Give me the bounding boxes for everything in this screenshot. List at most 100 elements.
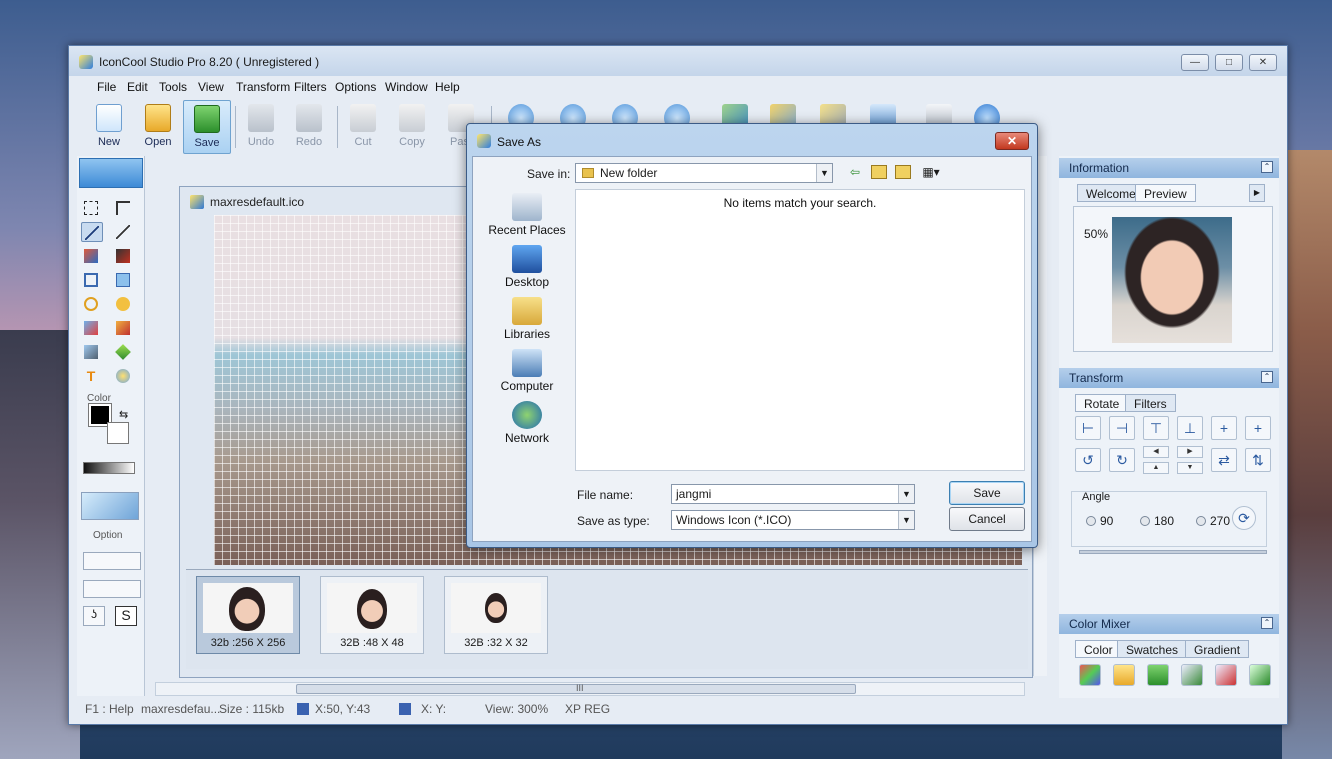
angle-slider[interactable]: [1079, 550, 1267, 554]
rotate-right-icon[interactable]: ↻: [1109, 448, 1135, 472]
tab-rotate[interactable]: Rotate: [1075, 394, 1129, 412]
transform-header[interactable]: Transform ⌃: [1059, 368, 1279, 388]
chevron-down-icon[interactable]: ▼: [816, 164, 832, 182]
flip-horizontal-icon[interactable]: ⇄: [1211, 448, 1237, 472]
option-shape-selector[interactable]: [83, 552, 141, 570]
minimize-button[interactable]: —: [1181, 54, 1209, 71]
file-name-input[interactable]: jangmi ▼: [671, 484, 915, 504]
place-network[interactable]: Network: [483, 401, 571, 451]
tab-gradient[interactable]: Gradient: [1185, 640, 1250, 658]
menu-filters[interactable]: Filters: [294, 80, 327, 94]
delete-swatch-icon[interactable]: [1215, 664, 1237, 686]
save-button[interactable]: Save: [183, 100, 231, 154]
undo-button[interactable]: Undo: [237, 100, 285, 154]
new-folder-icon[interactable]: [895, 165, 911, 179]
collapse-icon[interactable]: ⌃: [1261, 161, 1273, 173]
tab-swatches[interactable]: Swatches: [1117, 640, 1188, 658]
menu-window[interactable]: Window: [385, 80, 428, 94]
place-computer[interactable]: Computer: [483, 349, 571, 399]
information-header[interactable]: Information ⌃: [1059, 158, 1279, 178]
scrollbar-thumb[interactable]: III: [296, 683, 856, 694]
save-palette-icon[interactable]: [1147, 664, 1169, 686]
option-line-selector[interactable]: [83, 580, 141, 598]
rect-select-tool[interactable]: [81, 198, 103, 218]
rotate-left-icon[interactable]: ↺: [1075, 448, 1101, 472]
background-color-swatch[interactable]: [107, 422, 129, 444]
brush-size-slider[interactable]: [83, 462, 135, 474]
flip-vertical-icon[interactable]: ⇅: [1245, 448, 1271, 472]
view-menu-icon[interactable]: ▦▾: [919, 165, 943, 179]
tab-filters[interactable]: Filters: [1125, 394, 1176, 412]
open-button[interactable]: Open: [134, 100, 182, 154]
icon-size-thumb[interactable]: 32B :48 X 48: [320, 576, 424, 654]
dialog-cancel-button[interactable]: Cancel: [949, 507, 1025, 531]
color-mixer-header[interactable]: Color Mixer ⌃: [1059, 614, 1279, 634]
horizontal-scrollbar[interactable]: III: [155, 682, 1025, 696]
menu-options[interactable]: Options: [335, 80, 376, 94]
eraser-tool[interactable]: [81, 342, 103, 362]
new-button[interactable]: New: [85, 100, 133, 154]
gradient-tool[interactable]: [113, 342, 135, 362]
tab-preview[interactable]: Preview: [1135, 184, 1196, 202]
tab-color[interactable]: Color: [1075, 640, 1122, 658]
filled-rectangle-tool[interactable]: [113, 270, 135, 290]
align-top-icon[interactable]: ⊤: [1143, 416, 1169, 440]
place-desktop[interactable]: Desktop: [483, 245, 571, 295]
save-as-type-select[interactable]: Windows Icon (*.ICO) ▼: [671, 510, 915, 530]
save-in-select[interactable]: New folder ▼: [575, 163, 833, 183]
pencil-tool[interactable]: [81, 246, 103, 266]
tab-scroll-right-icon[interactable]: ▶: [1249, 184, 1265, 202]
text-tool[interactable]: T: [81, 366, 103, 386]
fill-tool[interactable]: [113, 318, 135, 338]
menu-tools[interactable]: Tools: [159, 80, 187, 94]
apply-rotation-icon[interactable]: ⟳: [1232, 506, 1256, 530]
chevron-down-icon[interactable]: ▼: [898, 485, 914, 503]
file-list[interactable]: No items match your search.: [575, 189, 1025, 471]
line-tool[interactable]: [81, 222, 103, 242]
nudge-up-icon[interactable]: ▲: [1143, 462, 1169, 474]
dialog-save-button[interactable]: Save: [949, 481, 1025, 505]
menu-file[interactable]: File: [97, 80, 116, 94]
filled-ellipse-tool[interactable]: [113, 294, 135, 314]
copy-button[interactable]: Copy: [388, 100, 436, 154]
nudge-down-icon[interactable]: ▼: [1177, 462, 1203, 474]
dialog-close-button[interactable]: ✕: [995, 132, 1029, 150]
align-right-icon[interactable]: ⊣: [1109, 416, 1135, 440]
align-bottom-icon[interactable]: ⊥: [1177, 416, 1203, 440]
maximize-button[interactable]: □: [1215, 54, 1243, 71]
convert-image-button[interactable]: [81, 492, 139, 520]
menu-transform[interactable]: Transform: [236, 80, 290, 94]
brush-tool[interactable]: [113, 246, 135, 266]
redo-button[interactable]: Redo: [285, 100, 333, 154]
color-picker-icon[interactable]: [1079, 664, 1101, 686]
menu-help[interactable]: Help: [435, 80, 460, 94]
angle-270-radio[interactable]: 270: [1196, 514, 1230, 528]
menu-view[interactable]: View: [198, 80, 224, 94]
close-button[interactable]: ✕: [1249, 54, 1277, 71]
highlight-tool[interactable]: [113, 366, 135, 386]
swap-colors-icon[interactable]: ⇆: [119, 408, 128, 421]
cut-button[interactable]: Cut: [339, 100, 387, 154]
angle-180-radio[interactable]: 180: [1140, 514, 1174, 528]
rectangle-tool[interactable]: [81, 270, 103, 290]
align-left-icon[interactable]: ⊢: [1075, 416, 1101, 440]
chevron-down-icon[interactable]: ▼: [898, 511, 914, 529]
align-center-v-icon[interactable]: +: [1245, 416, 1271, 440]
ellipse-tool[interactable]: [81, 294, 103, 314]
place-libraries[interactable]: Libraries: [483, 297, 571, 347]
angle-90-radio[interactable]: 90: [1086, 514, 1113, 528]
corner-option-button[interactable]: ʖ: [83, 606, 105, 626]
s-option-button[interactable]: S: [115, 606, 137, 626]
place-recent[interactable]: Recent Places: [483, 193, 571, 243]
collapse-icon[interactable]: ⌃: [1261, 617, 1273, 629]
menu-edit[interactable]: Edit: [127, 80, 148, 94]
icon-size-thumb[interactable]: 32B :32 X 32: [444, 576, 548, 654]
collapse-icon[interactable]: ⌃: [1261, 371, 1273, 383]
eyedropper-tool[interactable]: [81, 318, 103, 338]
export-palette-icon[interactable]: [1249, 664, 1271, 686]
add-swatch-icon[interactable]: [1181, 664, 1203, 686]
magic-wand-tool[interactable]: [113, 222, 135, 242]
back-arrow-icon[interactable]: ⇦: [847, 165, 863, 179]
move-tool[interactable]: [113, 198, 135, 218]
nudge-left-icon[interactable]: ◀: [1143, 446, 1169, 458]
